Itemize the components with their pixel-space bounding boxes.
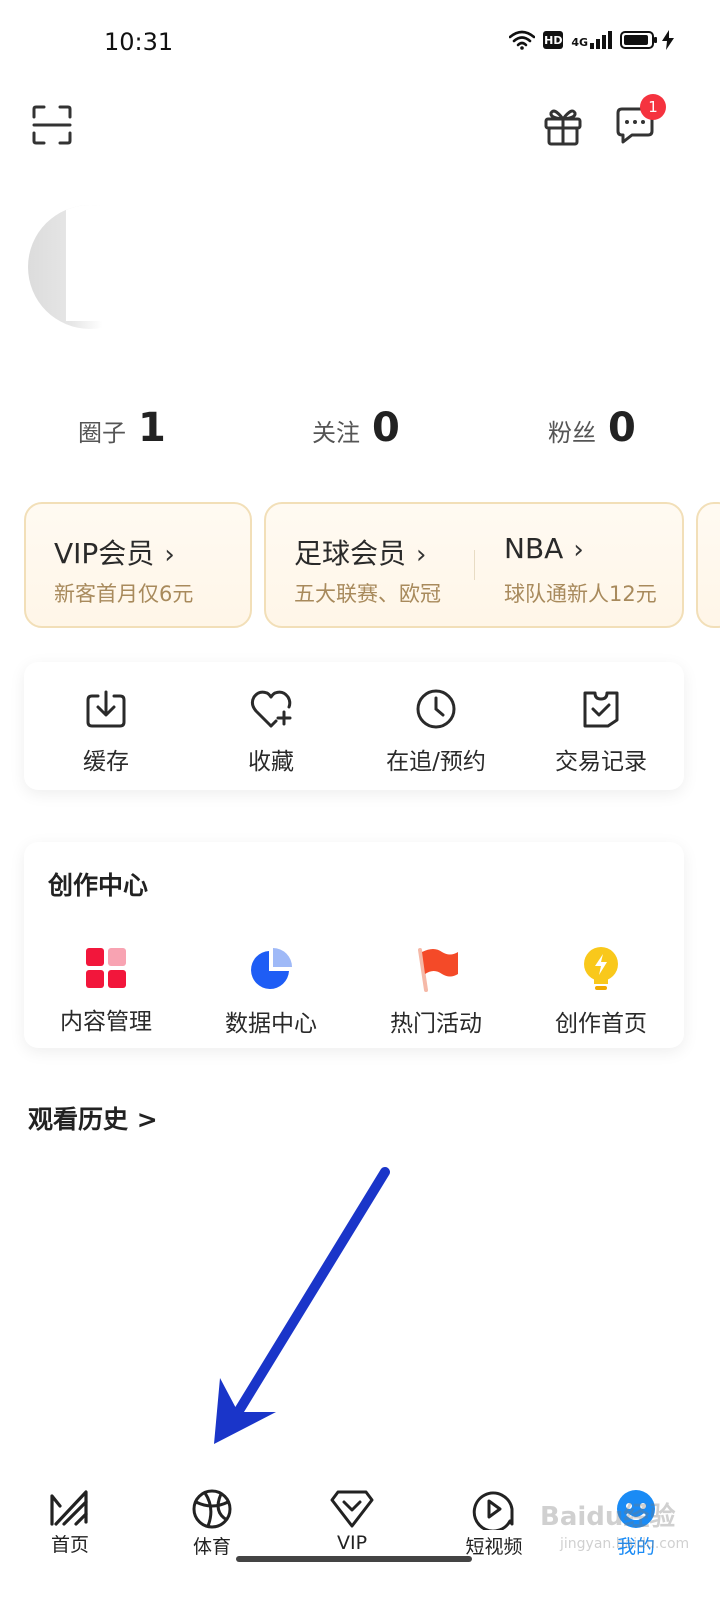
nba-membership[interactable]: NBA › 球队通新人12元 xyxy=(478,504,684,626)
data-center-button[interactable]: 数据中心 xyxy=(189,946,353,1038)
download-icon xyxy=(86,690,126,728)
watermark-url: jingyan.baidu.com xyxy=(560,1536,690,1552)
nav-sports-label: 体育 xyxy=(192,1536,231,1558)
stat-value: 0 xyxy=(608,405,636,451)
home-indicator[interactable] xyxy=(236,1556,472,1562)
cache-button[interactable]: 缓存 xyxy=(24,688,188,776)
watch-history-link[interactable]: 观看历史 > xyxy=(28,1100,158,1136)
gift-icon xyxy=(544,109,582,146)
status-icons: HD 4G xyxy=(509,30,674,50)
nav-sports[interactable]: 体育 xyxy=(162,1488,262,1559)
football-card-title: 足球会员 xyxy=(294,537,407,570)
annotation-arrow xyxy=(214,1167,390,1444)
basketball-icon xyxy=(192,1489,232,1529)
vip-card-subtitle: 新客首月仅6元 xyxy=(54,582,194,606)
stat-label: 关注 xyxy=(312,419,360,447)
charging-icon xyxy=(662,30,674,50)
hot-events-button[interactable]: 热门活动 xyxy=(354,946,518,1038)
transactions-button[interactable]: 交易记录 xyxy=(519,688,683,776)
stat-following[interactable]: 关注 0 xyxy=(312,405,400,451)
nba-card-title: NBA xyxy=(504,532,564,565)
following-booking-button[interactable]: 在追/预约 xyxy=(354,688,518,776)
nav-short-video[interactable]: 短视频 xyxy=(444,1488,544,1559)
chevron-right-icon: › xyxy=(164,540,175,570)
watermark-logo: Baidu经验 xyxy=(540,1502,676,1532)
flag-icon xyxy=(418,948,458,992)
signal-icon: 4G xyxy=(571,31,612,49)
stat-value: 1 xyxy=(138,405,166,451)
nba-card-subtitle: 球队通新人12元 xyxy=(504,582,657,606)
scan-button[interactable] xyxy=(30,103,74,147)
next-card-peek[interactable] xyxy=(696,502,720,628)
nav-vip-label: VIP xyxy=(336,1532,368,1554)
avatar[interactable] xyxy=(28,205,152,329)
favorites-button[interactable]: 收藏 xyxy=(189,688,353,776)
nav-short-video-label: 短视频 xyxy=(465,1536,523,1558)
following-booking-label: 在追/预约 xyxy=(386,749,486,775)
content-management-label: 内容管理 xyxy=(60,1009,152,1035)
play-bubble-icon xyxy=(472,1491,514,1530)
transactions-label: 交易记录 xyxy=(555,749,647,775)
creator-home-button[interactable]: 创作首页 xyxy=(519,946,683,1038)
favorites-label: 收藏 xyxy=(248,749,294,775)
stat-circles[interactable]: 圈子 1 xyxy=(78,405,166,451)
stat-label: 粉丝 xyxy=(548,419,596,447)
home-logo-icon xyxy=(50,1490,88,1526)
battery-icon xyxy=(620,31,657,49)
chevron-right-icon: › xyxy=(573,535,584,565)
vip-shield-icon xyxy=(330,1490,374,1528)
vip-card[interactable]: VIP会员 › 新客首月仅6元 xyxy=(24,502,252,628)
heart-plus-icon xyxy=(250,690,292,728)
pie-chart-icon xyxy=(251,948,292,989)
creator-home-label: 创作首页 xyxy=(555,1011,647,1037)
nav-home-label: 首页 xyxy=(50,1534,89,1556)
vip-card-title: VIP会员 xyxy=(54,537,155,570)
receipt-check-icon xyxy=(583,691,619,728)
football-card-subtitle: 五大联赛、欧冠 xyxy=(294,582,441,606)
stat-fans[interactable]: 粉丝 0 xyxy=(548,405,636,451)
grid-icon xyxy=(86,948,126,988)
message-badge: 1 xyxy=(640,94,666,120)
stat-label: 圈子 xyxy=(78,419,126,447)
hd-icon: HD xyxy=(543,31,564,49)
network-label: 4G xyxy=(571,36,588,49)
wifi-icon xyxy=(509,30,536,50)
card-divider xyxy=(474,550,475,580)
data-center-label: 数据中心 xyxy=(225,1011,317,1037)
stat-value: 0 xyxy=(372,405,400,451)
sports-membership-card: 足球会员 › 五大联赛、欧冠 NBA › 球队通新人12元 xyxy=(264,502,684,628)
quick-actions-panel: 缓存 收藏 在追/预约 交易记录 xyxy=(24,662,684,790)
hot-events-label: 热门活动 xyxy=(390,1011,482,1037)
scan-icon xyxy=(32,105,72,145)
nav-home[interactable]: 首页 xyxy=(20,1488,120,1557)
cache-label: 缓存 xyxy=(83,749,129,775)
gift-button[interactable] xyxy=(540,103,586,149)
clock-icon xyxy=(416,689,456,729)
football-membership[interactable]: 足球会员 › 五大联赛、欧冠 xyxy=(266,504,474,626)
nav-vip[interactable]: VIP xyxy=(302,1488,402,1554)
lightbulb-icon xyxy=(584,947,618,990)
creator-center-title: 创作中心 xyxy=(48,871,149,900)
content-management-button[interactable]: 内容管理 xyxy=(24,946,188,1036)
creator-center-panel: 创作中心 内容管理 数据中心 热门活动 创作首页 xyxy=(24,842,684,1048)
status-time: 10:31 xyxy=(104,28,174,56)
chevron-right-icon: › xyxy=(416,540,427,570)
